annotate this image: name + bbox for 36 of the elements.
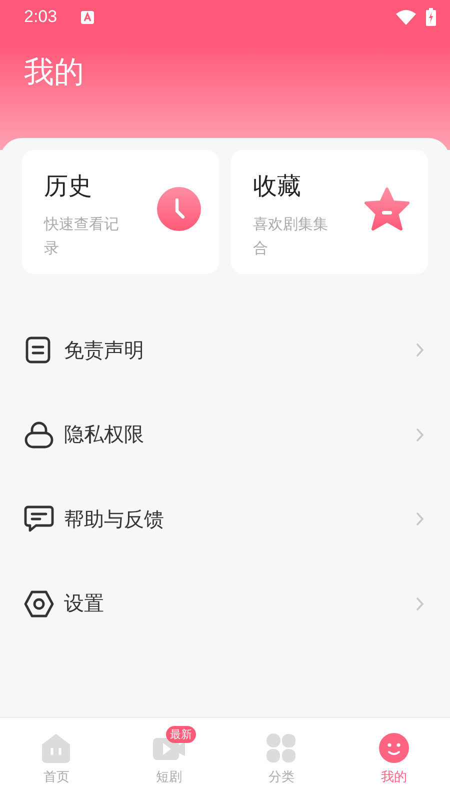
new-badge: 最新 <box>166 726 196 743</box>
chevron-icon <box>416 343 424 358</box>
lock-icon <box>24 420 54 449</box>
chevron-icon <box>416 512 424 526</box>
wifi-icon <box>396 9 416 25</box>
menu-label: 免责声明 <box>64 336 145 364</box>
chevron-icon <box>416 596 424 611</box>
page-title: 我的 <box>24 54 84 92</box>
menu-item[interactable]: 帮助与反馈 <box>22 477 428 562</box>
grid-icon <box>266 733 296 763</box>
menu-label: 帮助与反馈 <box>64 506 165 533</box>
card-title: 历史 <box>44 171 92 202</box>
menu-label: 隐私权限 <box>64 421 145 448</box>
card-subtitle: 喜欢剧集集合 <box>253 214 329 259</box>
star-icon <box>364 187 410 231</box>
smiley-icon <box>378 733 409 763</box>
card-title: 收藏 <box>253 171 301 202</box>
notification-icon <box>81 10 94 24</box>
menu-item[interactable]: 免责声明 <box>22 308 428 392</box>
battery-icon <box>426 8 436 26</box>
tab-label: 短剧 <box>156 769 182 786</box>
card-subtitle: 快速查看记录 <box>44 214 120 259</box>
tab-label: 首页 <box>43 769 70 786</box>
tab-label: 我的 <box>380 769 407 786</box>
shortcut-card[interactable]: 历史 快速查看记录 <box>22 150 219 274</box>
menu-item[interactable]: 设置 <box>22 562 428 646</box>
shortcut-card[interactable]: 收藏 喜欢剧集集合 <box>231 150 428 274</box>
menu-item[interactable]: 隐私权限 <box>22 392 428 477</box>
settings-icon <box>24 590 54 618</box>
clock-icon <box>157 187 201 231</box>
chevron-icon <box>416 428 424 442</box>
status-time: 2:03 <box>24 7 58 27</box>
tab-label: 分类 <box>268 769 294 786</box>
menu-label: 设置 <box>64 590 105 618</box>
home-icon <box>41 733 72 763</box>
chat-icon <box>24 505 54 534</box>
